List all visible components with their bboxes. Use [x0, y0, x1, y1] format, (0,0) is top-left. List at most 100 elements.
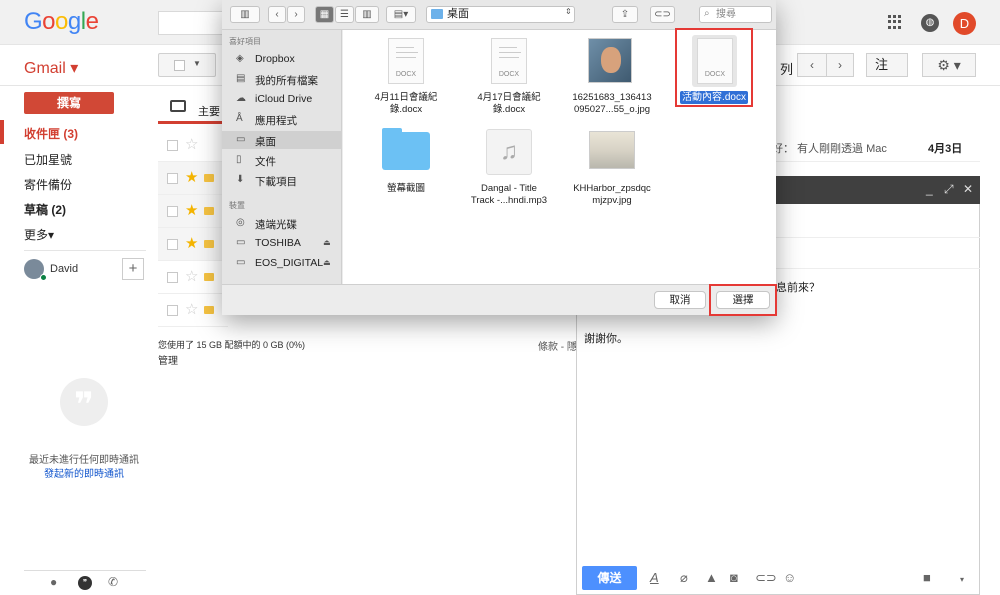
- contacts-person-icon[interactable]: ●: [50, 575, 57, 589]
- select-all-checkbox[interactable]: ▼: [158, 53, 216, 77]
- search-input[interactable]: [158, 11, 228, 35]
- hangouts-user-name[interactable]: David: [50, 263, 78, 275]
- apps-grid-icon[interactable]: [888, 15, 902, 29]
- folder-icon[interactable]: [382, 132, 430, 170]
- close-icon[interactable]: ✕: [963, 182, 973, 196]
- formatting-icon[interactable]: A: [650, 570, 659, 585]
- importance-marker-icon[interactable]: [204, 273, 214, 281]
- nav-item-starred[interactable]: 已加星號: [24, 151, 72, 168]
- input-tools-button[interactable]: 注: [866, 53, 908, 77]
- google-logo[interactable]: Google: [24, 8, 99, 36]
- insert-photo-icon[interactable]: ◙: [730, 570, 738, 585]
- eject-icon[interactable]: ⏏: [323, 238, 331, 247]
- cancel-button[interactable]: 取消: [654, 291, 706, 309]
- back-button[interactable]: ‹: [268, 6, 286, 23]
- sidebar-item-toshiba[interactable]: TOSHIBA: [255, 237, 301, 249]
- sidebar-item-eos-digital[interactable]: EOS_DIGITAL: [255, 257, 323, 269]
- compose-body-text[interactable]: 息前來？: [776, 279, 820, 295]
- google-drive-icon[interactable]: ▲: [705, 570, 718, 585]
- star-icon[interactable]: ★: [185, 168, 198, 186]
- row-checkbox[interactable]: [167, 140, 178, 151]
- sidebar-item-desktop[interactable]: 桌面: [255, 134, 276, 149]
- compose-button[interactable]: 撰寫: [24, 92, 114, 114]
- manage-storage-link[interactable]: 管理: [158, 352, 178, 367]
- terms-link[interactable]: 條款 - 隱: [538, 338, 577, 353]
- sidebar-item-icloud[interactable]: iCloud Drive: [255, 93, 312, 105]
- email-row[interactable]: ★: [158, 228, 228, 261]
- file-name[interactable]: Dangal - Title Track -...hndi.mp3: [459, 183, 559, 207]
- discard-trash-icon[interactable]: ■: [923, 570, 931, 585]
- settings-gear-button[interactable]: ⚙ ▾: [922, 53, 976, 77]
- forward-button[interactable]: ›: [287, 6, 305, 23]
- file-name[interactable]: 螢幕截圖: [358, 183, 454, 195]
- sidebar-toggle-button[interactable]: ▥: [230, 6, 260, 23]
- nav-item-more[interactable]: 更多▾: [24, 226, 54, 243]
- eject-icon[interactable]: ⏏: [323, 258, 331, 267]
- row-checkbox[interactable]: [167, 173, 178, 184]
- row-checkbox[interactable]: [167, 305, 178, 316]
- music-note-icon[interactable]: ♫: [486, 129, 532, 175]
- importance-marker-icon[interactable]: [204, 306, 214, 314]
- newer-page-button[interactable]: ‹: [797, 53, 827, 77]
- row-checkbox[interactable]: [167, 206, 178, 217]
- notifications-bell-icon[interactable]: ◍: [921, 14, 939, 32]
- nav-item-inbox[interactable]: 收件匣 (3): [24, 125, 78, 142]
- hangouts-icon[interactable]: ❞: [78, 576, 92, 590]
- file-name[interactable]: 4月17日會議紀 錄.docx: [461, 92, 557, 116]
- sidebar-item-applications[interactable]: 應用程式: [255, 113, 297, 128]
- file-name[interactable]: 4月11日會議紀 錄.docx: [358, 92, 454, 116]
- file-name[interactable]: KHHarbor_zpsdqc mjzpv.jpg: [561, 183, 663, 207]
- email-row[interactable]: ☆: [158, 129, 228, 162]
- tag-icon[interactable]: ⊂⊃: [650, 6, 675, 23]
- group-view-button[interactable]: ▤▾: [386, 6, 416, 23]
- add-contact-button[interactable]: +: [122, 258, 144, 280]
- dialog-search-input[interactable]: 搜尋: [699, 6, 772, 23]
- file-name-text: 螢幕截圖: [386, 183, 425, 194]
- minimize-icon[interactable]: _: [926, 182, 933, 196]
- location-dropdown[interactable]: 桌面: [426, 6, 575, 23]
- nav-item-sent[interactable]: 寄件備份: [24, 176, 72, 193]
- account-avatar[interactable]: D: [953, 12, 976, 35]
- start-chat-link[interactable]: 發起新的即時通訊: [0, 465, 168, 480]
- share-icon[interactable]: ⇪: [612, 6, 638, 23]
- sidebar-item-documents[interactable]: 文件: [255, 154, 276, 169]
- sidebar-item-all-files[interactable]: 我的所有檔案: [255, 73, 318, 88]
- email-snippet[interactable]: 好： 有人剛剛透過 Mac: [772, 140, 887, 156]
- older-page-button[interactable]: ›: [826, 53, 854, 77]
- emoji-icon[interactable]: ☺: [783, 570, 796, 585]
- row-checkbox[interactable]: [167, 272, 178, 283]
- more-options-icon[interactable]: ▾: [960, 575, 964, 584]
- importance-marker-icon[interactable]: [204, 174, 214, 182]
- email-row[interactable]: ★: [158, 162, 228, 195]
- list-view-button[interactable]: ☰: [335, 6, 354, 23]
- compose-body-text[interactable]: 謝謝你。: [584, 330, 628, 346]
- fullscreen-icon[interactable]: ⤢: [944, 182, 954, 197]
- send-button[interactable]: 傳送: [582, 566, 637, 590]
- star-icon[interactable]: ☆: [185, 267, 198, 285]
- icon-view-button[interactable]: ▦: [315, 6, 334, 23]
- sidebar-item-remote-disc[interactable]: 遠端光碟: [255, 217, 297, 232]
- gmail-menu-label[interactable]: Gmail ▾: [24, 58, 78, 78]
- email-row[interactable]: ☆: [158, 261, 228, 294]
- photo-thumbnail[interactable]: [588, 38, 632, 83]
- star-icon[interactable]: ★: [185, 234, 198, 252]
- star-icon[interactable]: ☆: [185, 300, 198, 318]
- column-view-button[interactable]: ▥: [355, 6, 379, 23]
- phone-icon[interactable]: ✆: [108, 575, 118, 589]
- docx-file-icon[interactable]: DOCX: [491, 38, 527, 84]
- attach-paperclip-icon[interactable]: ⌀: [680, 570, 688, 586]
- docx-file-icon[interactable]: DOCX: [388, 38, 424, 84]
- nav-item-drafts[interactable]: 草稿 (2): [24, 201, 66, 218]
- email-row[interactable]: ★: [158, 195, 228, 228]
- star-icon[interactable]: ☆: [185, 135, 198, 153]
- file-name[interactable]: 16251683_136413 095027...55_o.jpg: [561, 92, 663, 116]
- importance-marker-icon[interactable]: [204, 207, 214, 215]
- star-icon[interactable]: ★: [185, 201, 198, 219]
- row-checkbox[interactable]: [167, 239, 178, 250]
- importance-marker-icon[interactable]: [204, 240, 214, 248]
- insert-link-icon[interactable]: ⊂⊃: [755, 570, 777, 586]
- photo-thumbnail[interactable]: [589, 131, 635, 169]
- sidebar-item-dropbox[interactable]: Dropbox: [255, 53, 295, 65]
- email-row[interactable]: ☆: [158, 294, 228, 327]
- sidebar-item-downloads[interactable]: 下載項目: [255, 174, 297, 189]
